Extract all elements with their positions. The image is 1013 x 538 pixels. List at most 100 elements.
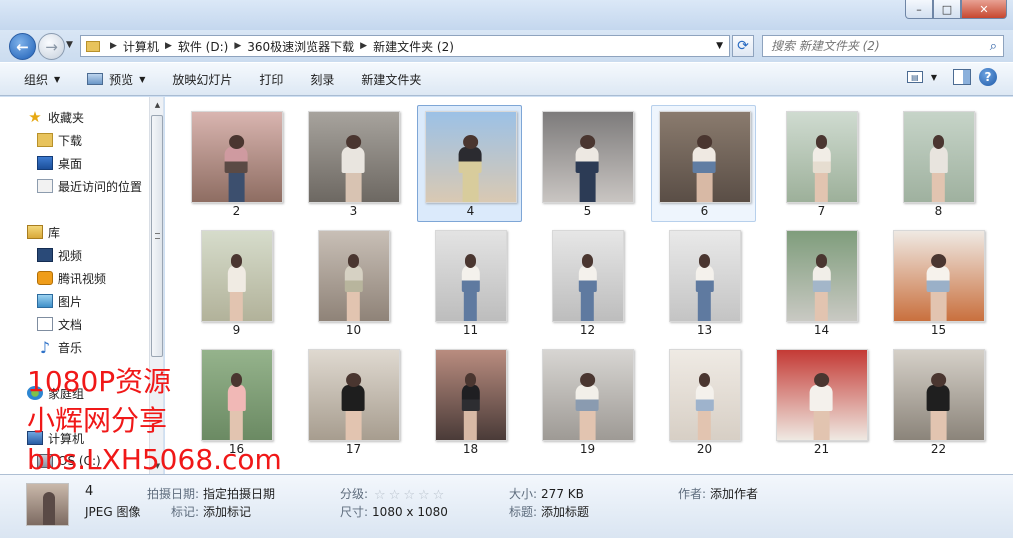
- file-name-label[interactable]: 7: [769, 204, 874, 218]
- search-icon[interactable]: ⌕: [990, 39, 997, 54]
- photo-thumbnail[interactable]: [307, 349, 400, 441]
- minimize-button[interactable]: –: [905, 0, 933, 19]
- breadcrumb-current-folder[interactable]: 新建文件夹 (2): [373, 38, 454, 55]
- address-bar[interactable]: ▶ 计算机 ▶ 软件 (D:) ▶ 360极速浏览器下载 ▶ 新建文件夹 (2) ▼: [80, 35, 730, 57]
- recent-pages-dropdown-icon[interactable]: ▼: [66, 40, 73, 50]
- photo-thumbnail[interactable]: [190, 111, 283, 203]
- burn-button[interactable]: 刻录: [296, 67, 347, 91]
- rating-field[interactable]: 分级: ☆ ☆ ☆ ☆ ☆: [340, 485, 444, 503]
- view-options-dropdown-icon[interactable]: ▼: [931, 73, 937, 82]
- photo-thumbnail[interactable]: [541, 349, 634, 441]
- photo-thumbnail[interactable]: [541, 111, 634, 203]
- search-input[interactable]: [771, 39, 971, 53]
- chevron-right-icon[interactable]: ▶: [110, 41, 117, 51]
- photo-thumbnail[interactable]: [551, 230, 624, 322]
- tags-value[interactable]: 添加标记: [203, 505, 251, 519]
- photo-thumbnail[interactable]: [668, 230, 741, 322]
- star-icon[interactable]: ☆: [389, 488, 401, 503]
- file-name-label[interactable]: 15: [886, 323, 991, 337]
- breadcrumb-label[interactable]: 360极速浏览器下载: [247, 38, 354, 55]
- file-tile[interactable]: 8: [885, 105, 990, 222]
- photo-thumbnail[interactable]: [424, 111, 517, 203]
- file-name-label[interactable]: 22: [886, 442, 991, 456]
- file-tile[interactable]: 12: [534, 224, 639, 341]
- photo-thumbnail[interactable]: [317, 230, 390, 322]
- photo-thumbnail[interactable]: [892, 349, 985, 441]
- nav-downloads[interactable]: 下载: [37, 130, 82, 150]
- chevron-right-icon[interactable]: ▶: [360, 41, 367, 51]
- photo-thumbnail[interactable]: [434, 230, 507, 322]
- breadcrumb-computer[interactable]: 计算机 ▶: [123, 38, 178, 55]
- file-tile[interactable]: 14: [768, 224, 873, 341]
- nav-desktop[interactable]: 桌面: [37, 153, 82, 173]
- file-name-label[interactable]: 12: [535, 323, 640, 337]
- file-tile[interactable]: 5: [534, 105, 639, 222]
- file-name-label[interactable]: 4: [418, 204, 523, 218]
- rating-stars[interactable]: ☆ ☆ ☆ ☆ ☆: [374, 488, 444, 503]
- breadcrumb-drive-d[interactable]: 软件 (D:) ▶: [178, 38, 247, 55]
- star-icon[interactable]: ☆: [418, 488, 430, 503]
- file-name-label[interactable]: 3: [301, 204, 406, 218]
- file-tile[interactable]: 11: [417, 224, 522, 341]
- file-name-label[interactable]: 6: [652, 204, 757, 218]
- breadcrumb-label[interactable]: 新建文件夹 (2): [373, 38, 454, 55]
- scrollbar-thumb[interactable]: [151, 115, 163, 357]
- file-name-label[interactable]: 17: [301, 442, 406, 456]
- nav-pictures[interactable]: 图片: [37, 291, 82, 311]
- author-field[interactable]: 作者: 添加作者: [678, 485, 758, 502]
- scroll-up-arrow-icon[interactable]: ▲: [150, 97, 163, 113]
- file-tile[interactable]: 15: [885, 224, 990, 341]
- file-name-label[interactable]: 10: [301, 323, 406, 337]
- chevron-right-icon[interactable]: ▶: [234, 41, 241, 51]
- photo-thumbnail[interactable]: [892, 230, 985, 322]
- maximize-button[interactable]: □: [933, 0, 961, 19]
- refresh-button[interactable]: ⟳: [732, 35, 754, 57]
- title-field[interactable]: 标题: 添加标题: [509, 503, 589, 520]
- file-name-label[interactable]: 8: [886, 204, 991, 218]
- file-name-label[interactable]: 13: [652, 323, 757, 337]
- nav-recent-places[interactable]: 最近访问的位置: [37, 176, 142, 196]
- photo-thumbnail[interactable]: [434, 349, 507, 441]
- date-taken-field[interactable]: 拍摄日期: 指定拍摄日期: [147, 485, 275, 502]
- file-name-label[interactable]: 14: [769, 323, 874, 337]
- file-name-label[interactable]: 9: [184, 323, 289, 337]
- file-tile[interactable]: 19: [534, 343, 639, 460]
- preview-button[interactable]: 预览 ▼: [73, 67, 158, 91]
- file-tile[interactable]: 17: [300, 343, 405, 460]
- nav-libraries[interactable]: 库: [27, 222, 60, 242]
- file-name-label[interactable]: 19: [535, 442, 640, 456]
- address-history-dropdown-icon[interactable]: ▼: [716, 41, 723, 51]
- file-tile[interactable]: 18: [417, 343, 522, 460]
- file-tile[interactable]: 20: [651, 343, 756, 460]
- slideshow-button[interactable]: 放映幻灯片: [158, 67, 245, 91]
- photo-thumbnail[interactable]: [775, 349, 868, 441]
- tags-field[interactable]: 标记: 添加标记: [171, 503, 251, 520]
- photo-thumbnail[interactable]: [902, 111, 975, 203]
- nav-tencent-video[interactable]: 腾讯视频: [37, 268, 106, 288]
- file-name-label[interactable]: 2: [184, 204, 289, 218]
- close-button[interactable]: ✕: [961, 0, 1007, 19]
- photo-thumbnail[interactable]: [785, 111, 858, 203]
- file-name-label[interactable]: 5: [535, 204, 640, 218]
- file-name-label[interactable]: 21: [769, 442, 874, 456]
- nav-music[interactable]: ♪ 音乐: [37, 337, 82, 357]
- breadcrumb-sep-root[interactable]: ▶: [104, 41, 123, 51]
- print-button[interactable]: 打印: [245, 67, 296, 91]
- file-tile[interactable]: 6: [651, 105, 756, 222]
- photo-thumbnail[interactable]: [200, 230, 273, 322]
- file-tile[interactable]: 10: [300, 224, 405, 341]
- photo-thumbnail[interactable]: [307, 111, 400, 203]
- file-name-label[interactable]: 20: [652, 442, 757, 456]
- search-box[interactable]: ⌕: [762, 35, 1004, 57]
- star-icon[interactable]: ☆: [433, 488, 445, 503]
- organize-button[interactable]: 组织 ▼: [10, 67, 73, 91]
- help-icon[interactable]: ?: [979, 68, 997, 86]
- breadcrumb-label[interactable]: 计算机: [123, 38, 159, 55]
- photo-thumbnail[interactable]: [785, 230, 858, 322]
- file-tile[interactable]: 9: [183, 224, 288, 341]
- change-view-icon[interactable]: ▤: [906, 71, 923, 83]
- date-taken-value[interactable]: 指定拍摄日期: [203, 487, 275, 501]
- star-icon[interactable]: ☆: [374, 488, 386, 503]
- breadcrumb-label[interactable]: 软件 (D:): [178, 38, 228, 55]
- back-button[interactable]: ←: [9, 33, 36, 60]
